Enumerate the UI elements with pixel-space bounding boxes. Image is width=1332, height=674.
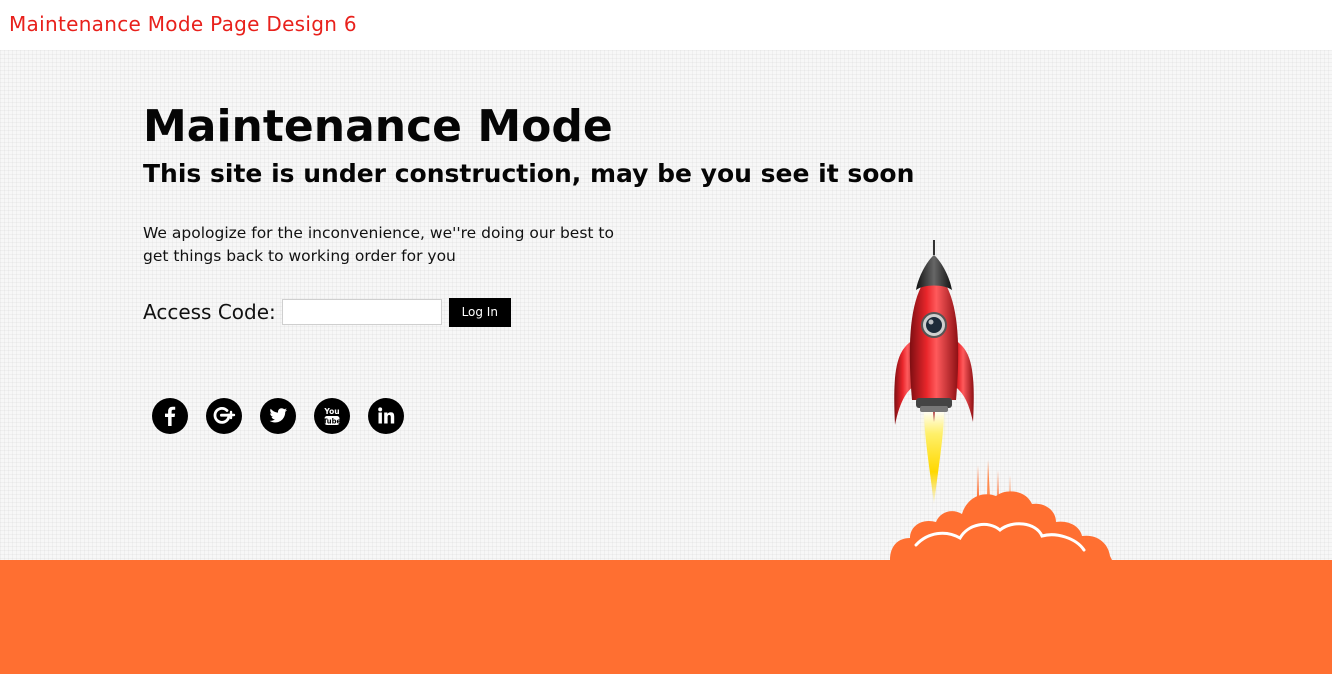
- access-code-input[interactable]: [281, 299, 442, 325]
- youtube-text-bottom: Tube: [323, 417, 342, 425]
- google-plus-icon[interactable]: [206, 398, 242, 434]
- access-code-label: Access Code:: [143, 300, 276, 324]
- twitter-icon[interactable]: [260, 398, 296, 434]
- rocket-illustration: [890, 240, 1112, 560]
- youtube-text-top: You: [323, 407, 339, 416]
- youtube-icon[interactable]: You Tube: [314, 398, 350, 434]
- page-title: Maintenance Mode Page Design 6: [9, 12, 357, 36]
- access-code-form: Access Code: Log In: [143, 297, 511, 327]
- sub-heading: This site is under construction, may be …: [143, 159, 915, 188]
- apology-message: We apologize for the inconvenience, we''…: [143, 224, 614, 265]
- maintenance-panel: Maintenance Mode This site is under cons…: [0, 50, 1332, 560]
- footer-band: [0, 560, 1332, 674]
- facebook-icon[interactable]: [152, 398, 188, 434]
- linkedin-icon[interactable]: [368, 398, 404, 434]
- top-bar: Maintenance Mode Page Design 6: [0, 0, 1332, 50]
- login-button[interactable]: Log In: [448, 297, 511, 327]
- social-links: You Tube: [152, 398, 404, 434]
- main-heading: Maintenance Mode: [143, 101, 613, 152]
